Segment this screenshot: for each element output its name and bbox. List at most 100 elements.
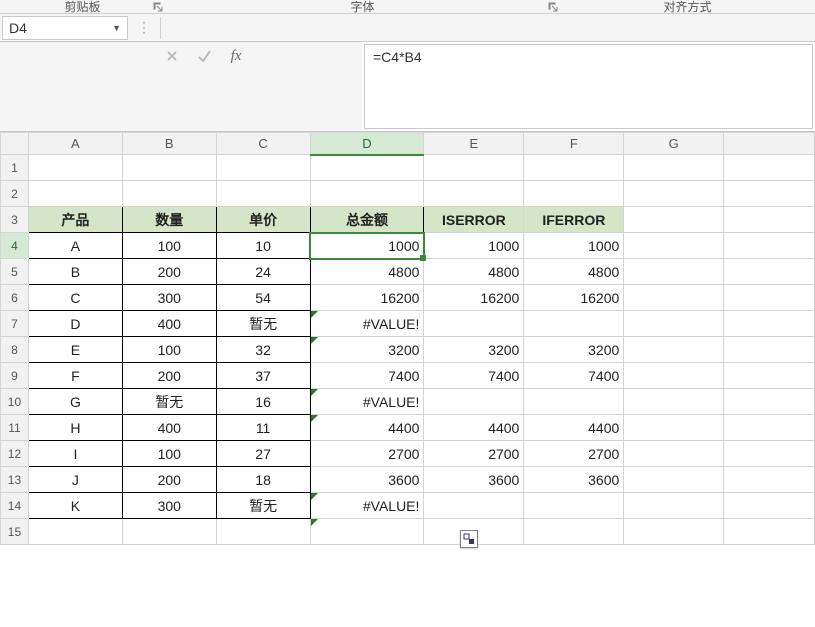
cell[interactable]: K: [28, 493, 122, 519]
cell[interactable]: [624, 389, 724, 415]
cell[interactable]: [724, 337, 815, 363]
cell[interactable]: [724, 415, 815, 441]
formula-bar[interactable]: =C4*B4: [364, 44, 813, 129]
cell[interactable]: J: [28, 467, 122, 493]
cell[interactable]: [724, 389, 815, 415]
cell[interactable]: 2700: [524, 441, 624, 467]
cell[interactable]: 100: [122, 233, 216, 259]
cell[interactable]: 16200: [310, 285, 424, 311]
cell[interactable]: 3200: [424, 337, 524, 363]
cell[interactable]: 100: [122, 337, 216, 363]
cell[interactable]: [310, 155, 424, 181]
spreadsheet[interactable]: A B C D E F G 123产品数量单价总金额ISERRORIFERROR…: [0, 132, 815, 545]
cell[interactable]: [724, 155, 815, 181]
header-cell[interactable]: 单价: [216, 207, 310, 233]
cell[interactable]: 200: [122, 259, 216, 285]
cell[interactable]: 1000: [424, 233, 524, 259]
col-header-C[interactable]: C: [216, 133, 310, 155]
namebox-expand-icon[interactable]: ⋮: [130, 16, 158, 40]
cell[interactable]: [524, 519, 624, 545]
row-header-2[interactable]: 2: [1, 181, 29, 207]
cell[interactable]: 18: [216, 467, 310, 493]
cell[interactable]: 2700: [310, 441, 424, 467]
cell[interactable]: [724, 285, 815, 311]
cell[interactable]: 400: [122, 415, 216, 441]
cell[interactable]: [424, 181, 524, 207]
cell[interactable]: [28, 155, 122, 181]
cell[interactable]: [724, 441, 815, 467]
error-indicator-icon[interactable]: [311, 493, 318, 500]
col-header-E[interactable]: E: [424, 133, 524, 155]
cell[interactable]: [122, 181, 216, 207]
dialog-launcher-icon[interactable]: [546, 0, 560, 14]
grid[interactable]: A B C D E F G 123产品数量单价总金额ISERRORIFERROR…: [0, 132, 815, 545]
cell[interactable]: [624, 441, 724, 467]
cell[interactable]: 16200: [524, 285, 624, 311]
cell[interactable]: [624, 259, 724, 285]
cell[interactable]: [216, 519, 310, 545]
cell[interactable]: 200: [122, 467, 216, 493]
row-header-1[interactable]: 1: [1, 155, 29, 181]
name-box[interactable]: D4 ▼: [2, 16, 128, 40]
cell[interactable]: 7400: [524, 363, 624, 389]
dialog-launcher-icon[interactable]: [151, 0, 165, 14]
cell[interactable]: 暂无: [216, 311, 310, 337]
cell[interactable]: B: [28, 259, 122, 285]
cell[interactable]: [624, 415, 724, 441]
cell[interactable]: [724, 519, 815, 545]
cell[interactable]: [724, 311, 815, 337]
cell[interactable]: F: [28, 363, 122, 389]
cell[interactable]: 4800: [524, 259, 624, 285]
cell[interactable]: [524, 493, 624, 519]
row-header-3[interactable]: 3: [1, 207, 29, 233]
header-cell[interactable]: IFERROR: [524, 207, 624, 233]
row-header-5[interactable]: 5: [1, 259, 29, 285]
cell[interactable]: 3600: [310, 467, 424, 493]
cell[interactable]: 27: [216, 441, 310, 467]
cell[interactable]: 400: [122, 311, 216, 337]
cell[interactable]: 3200: [310, 337, 424, 363]
cell[interactable]: 16: [216, 389, 310, 415]
cell[interactable]: 暂无: [122, 389, 216, 415]
cell[interactable]: [122, 519, 216, 545]
cell[interactable]: D: [28, 311, 122, 337]
cell[interactable]: 3600: [524, 467, 624, 493]
cell[interactable]: [28, 181, 122, 207]
active-cell[interactable]: 1000: [310, 233, 424, 259]
cell[interactable]: E: [28, 337, 122, 363]
cell[interactable]: 4800: [424, 259, 524, 285]
header-cell[interactable]: [624, 207, 724, 233]
cell[interactable]: H: [28, 415, 122, 441]
select-all-corner[interactable]: [1, 133, 29, 155]
cell[interactable]: [624, 155, 724, 181]
col-header-blank[interactable]: [724, 133, 815, 155]
row-header-15[interactable]: 15: [1, 519, 29, 545]
cell[interactable]: [724, 233, 815, 259]
col-header-D[interactable]: D: [310, 133, 424, 155]
cell[interactable]: [424, 493, 524, 519]
cell[interactable]: #VALUE!: [310, 389, 424, 415]
cell[interactable]: 4400: [424, 415, 524, 441]
header-cell[interactable]: 数量: [122, 207, 216, 233]
error-indicator-icon[interactable]: [311, 519, 318, 526]
chevron-down-icon[interactable]: ▼: [112, 23, 121, 33]
cell[interactable]: #VALUE!: [310, 493, 424, 519]
cell[interactable]: 11: [216, 415, 310, 441]
row-header-7[interactable]: 7: [1, 311, 29, 337]
cell[interactable]: 200: [122, 363, 216, 389]
error-indicator-icon[interactable]: [311, 415, 318, 422]
cell[interactable]: [424, 389, 524, 415]
cell[interactable]: 2700: [424, 441, 524, 467]
cell[interactable]: [216, 181, 310, 207]
header-cell[interactable]: ISERROR: [424, 207, 524, 233]
cell[interactable]: [524, 181, 624, 207]
cell[interactable]: [724, 181, 815, 207]
header-cell[interactable]: 产品: [28, 207, 122, 233]
cell[interactable]: [624, 233, 724, 259]
col-header-A[interactable]: A: [28, 133, 122, 155]
error-indicator-icon[interactable]: [311, 337, 318, 344]
error-indicator-icon[interactable]: [311, 389, 318, 396]
cell[interactable]: C: [28, 285, 122, 311]
cell[interactable]: 4400: [310, 415, 424, 441]
cell[interactable]: 10: [216, 233, 310, 259]
